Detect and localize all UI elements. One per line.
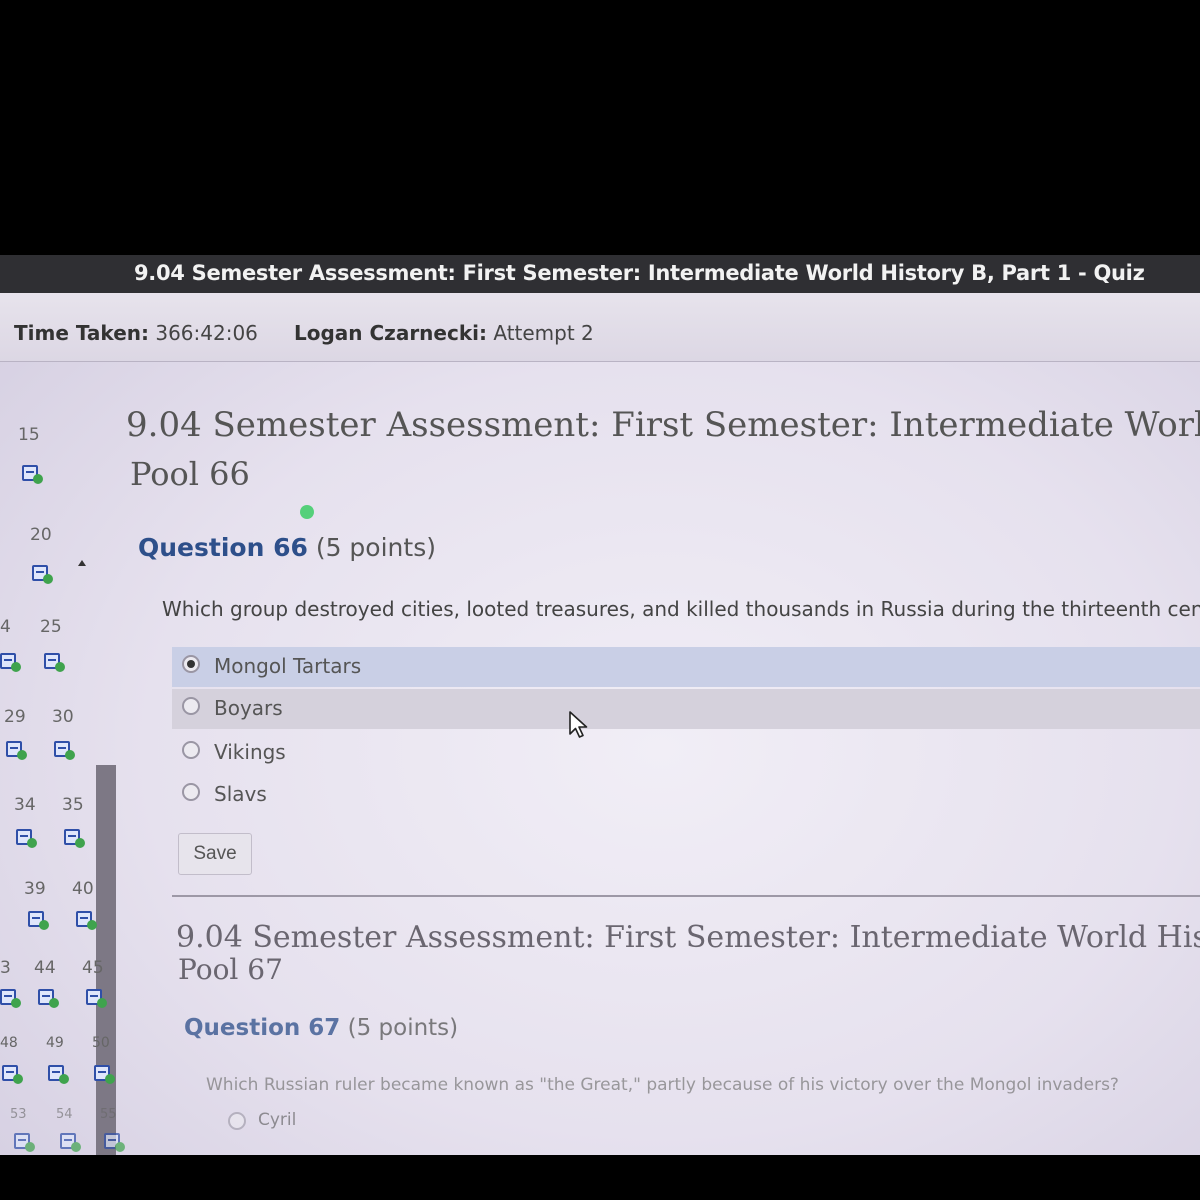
- saved-answer-icon[interactable]: [44, 653, 65, 672]
- nav-item-35[interactable]: 35: [62, 795, 84, 815]
- saved-answer-icon[interactable]: [76, 911, 97, 930]
- saved-answer-icon[interactable]: [64, 829, 85, 848]
- radio-icon[interactable]: [182, 741, 200, 759]
- saved-answer-icon[interactable]: [28, 911, 49, 930]
- question-divider: [172, 895, 1200, 897]
- question-66-pool: Pool 66: [130, 455, 250, 493]
- saved-answer-icon[interactable]: [0, 989, 21, 1008]
- answer-option-label: Mongol Tartars: [214, 654, 362, 678]
- question-66-assessment-title: 9.04 Semester Assessment: First Semester…: [126, 405, 1200, 445]
- nav-item-25[interactable]: 25: [40, 617, 62, 637]
- scroll-up-icon[interactable]: [78, 560, 86, 566]
- nav-item-30[interactable]: 30: [52, 707, 74, 727]
- saved-answer-icon[interactable]: [94, 1065, 115, 1084]
- answer-option-label: Boyars: [214, 696, 283, 720]
- saved-answer-icon[interactable]: [32, 565, 53, 584]
- saved-answer-icon[interactable]: [6, 741, 27, 760]
- question-67-assessment-title: 9.04 Semester Assessment: First Semester…: [176, 920, 1200, 955]
- nav-item-29[interactable]: 29: [4, 707, 26, 727]
- nav-item-24[interactable]: 4: [0, 617, 11, 637]
- mouse-pointer-icon: [569, 711, 588, 738]
- answer-option-cyril[interactable]: Cyril: [228, 1110, 528, 1140]
- answer-option-vikings[interactable]: Vikings: [172, 733, 1200, 773]
- saved-answer-icon[interactable]: [16, 829, 37, 848]
- question-67-label: Question 67: [184, 1015, 341, 1041]
- saved-answer-icon[interactable]: [86, 989, 107, 1008]
- quiz-content: 9.04 Semester Assessment: First Semester…: [120, 255, 1200, 1155]
- nav-item-43[interactable]: 3: [0, 958, 11, 978]
- status-dot-icon: [300, 505, 314, 519]
- nav-item-15[interactable]: 15: [18, 425, 40, 445]
- question-67-points: (5 points): [347, 1015, 459, 1041]
- radio-selected-icon[interactable]: [182, 655, 200, 673]
- answer-option-label: Vikings: [214, 740, 286, 764]
- question-66-heading: Question 66 (5 points): [138, 533, 436, 562]
- radio-icon[interactable]: [182, 697, 200, 715]
- screen: 9.04 Semester Assessment: First Semester…: [0, 255, 1200, 1155]
- nav-item-40[interactable]: 40: [72, 879, 94, 899]
- saved-answer-icon[interactable]: [14, 1133, 35, 1152]
- nav-item-48[interactable]: 48: [0, 1035, 18, 1051]
- question-67-heading: Question 67 (5 points): [184, 1015, 458, 1041]
- saved-answer-icon[interactable]: [22, 465, 43, 484]
- answer-option-slavs[interactable]: Slavs: [172, 775, 1200, 815]
- nav-item-55[interactable]: 55: [100, 1107, 117, 1122]
- saved-answer-icon[interactable]: [60, 1133, 81, 1152]
- question-67-pool: Pool 67: [178, 953, 283, 986]
- nav-item-20[interactable]: 20: [30, 525, 52, 545]
- nav-item-53[interactable]: 53: [10, 1107, 27, 1122]
- radio-icon[interactable]: [182, 783, 200, 801]
- answer-option-label: Cyril: [258, 1110, 297, 1130]
- nav-item-50[interactable]: 50: [92, 1035, 110, 1051]
- save-button[interactable]: Save: [178, 833, 252, 875]
- nav-item-44[interactable]: 44: [34, 958, 56, 978]
- question-66-text: Which group destroyed cities, looted tre…: [162, 597, 1200, 621]
- answer-option-boyars[interactable]: Boyars: [172, 689, 1200, 729]
- answer-option-label: Slavs: [214, 782, 267, 806]
- question-67-text: Which Russian ruler became known as "the…: [206, 1075, 1119, 1095]
- nav-item-34[interactable]: 34: [14, 795, 36, 815]
- nav-item-39[interactable]: 39: [24, 879, 46, 899]
- nav-item-49[interactable]: 49: [46, 1035, 64, 1051]
- saved-answer-icon[interactable]: [48, 1065, 69, 1084]
- nav-item-54[interactable]: 54: [56, 1107, 73, 1122]
- saved-answer-icon[interactable]: [54, 741, 75, 760]
- question-66-points: (5 points): [315, 533, 436, 562]
- nav-item-45[interactable]: 45: [82, 958, 104, 978]
- question-66-label: Question 66: [138, 533, 308, 562]
- saved-answer-icon[interactable]: [0, 653, 21, 672]
- answer-option-mongol-tartars[interactable]: Mongol Tartars: [172, 647, 1200, 687]
- radio-icon[interactable]: [228, 1112, 246, 1130]
- saved-answer-icon[interactable]: [38, 989, 59, 1008]
- saved-answer-icon[interactable]: [2, 1065, 23, 1084]
